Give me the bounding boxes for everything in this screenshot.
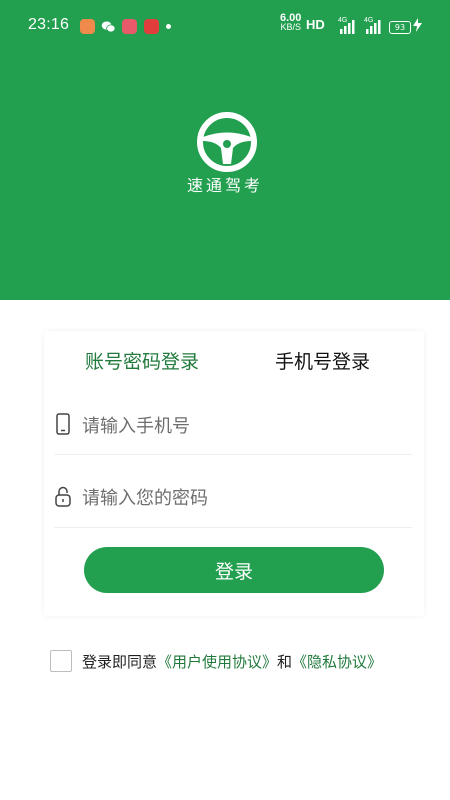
password-field xyxy=(54,477,412,517)
user-agreement-link[interactable]: 《用户使用协议》 xyxy=(157,653,277,671)
lock-icon xyxy=(55,486,71,507)
login-button[interactable]: 登录 xyxy=(84,547,384,593)
signal-1-label: 4G xyxy=(338,17,348,24)
net-speed: 6.00 KB/S xyxy=(280,12,302,32)
status-bar: 23:16 6.00 KB/S HD 4G 4G 93 xyxy=(0,0,450,52)
password-input[interactable] xyxy=(80,479,404,517)
battery-level: 93 xyxy=(394,23,406,32)
signal-2-label: 4G xyxy=(364,17,374,24)
battery-icon: 93 xyxy=(389,21,411,34)
app-name: 速通驾考 xyxy=(186,176,263,195)
charging-bolt-icon xyxy=(413,18,422,32)
phone-divider xyxy=(54,454,412,455)
agreement-text: 登录即同意《用户使用协议》和《隐私协议》 xyxy=(82,651,382,672)
header-banner: 23:16 6.00 KB/S HD 4G 4G 93 速通驾考 xyxy=(0,0,450,300)
password-divider xyxy=(54,527,412,528)
mobile-phone-icon xyxy=(56,413,70,435)
agreement-row: 登录即同意《用户使用协议》和《隐私协议》 xyxy=(50,650,440,674)
news-app-icon xyxy=(144,19,159,34)
phone-field xyxy=(54,405,412,445)
agreement-prefix: 登录即同意 xyxy=(82,653,158,671)
phone-input[interactable] xyxy=(80,407,404,445)
hd-indicator: HD xyxy=(306,17,325,32)
steering-wheel-icon xyxy=(197,112,257,172)
privacy-policy-link[interactable]: 《隐私协议》 xyxy=(292,653,382,671)
wechat-icon xyxy=(101,21,116,33)
agreement-checkbox[interactable] xyxy=(50,650,72,672)
app-notification-icon xyxy=(80,19,95,34)
more-notifications-dot xyxy=(166,24,171,29)
login-page: 23:16 6.00 KB/S HD 4G 4G 93 速通驾考 账号密码登录 … xyxy=(0,0,450,800)
tab-account-login[interactable]: 账号密码登录 xyxy=(85,347,199,374)
login-card: 账号密码登录 手机号登录 登录 xyxy=(44,331,424,616)
tab-phone-login[interactable]: 手机号登录 xyxy=(275,347,370,374)
agreement-conjunction: 和 xyxy=(277,653,293,671)
status-time: 23:16 xyxy=(28,16,70,33)
video-app-icon xyxy=(122,19,137,34)
